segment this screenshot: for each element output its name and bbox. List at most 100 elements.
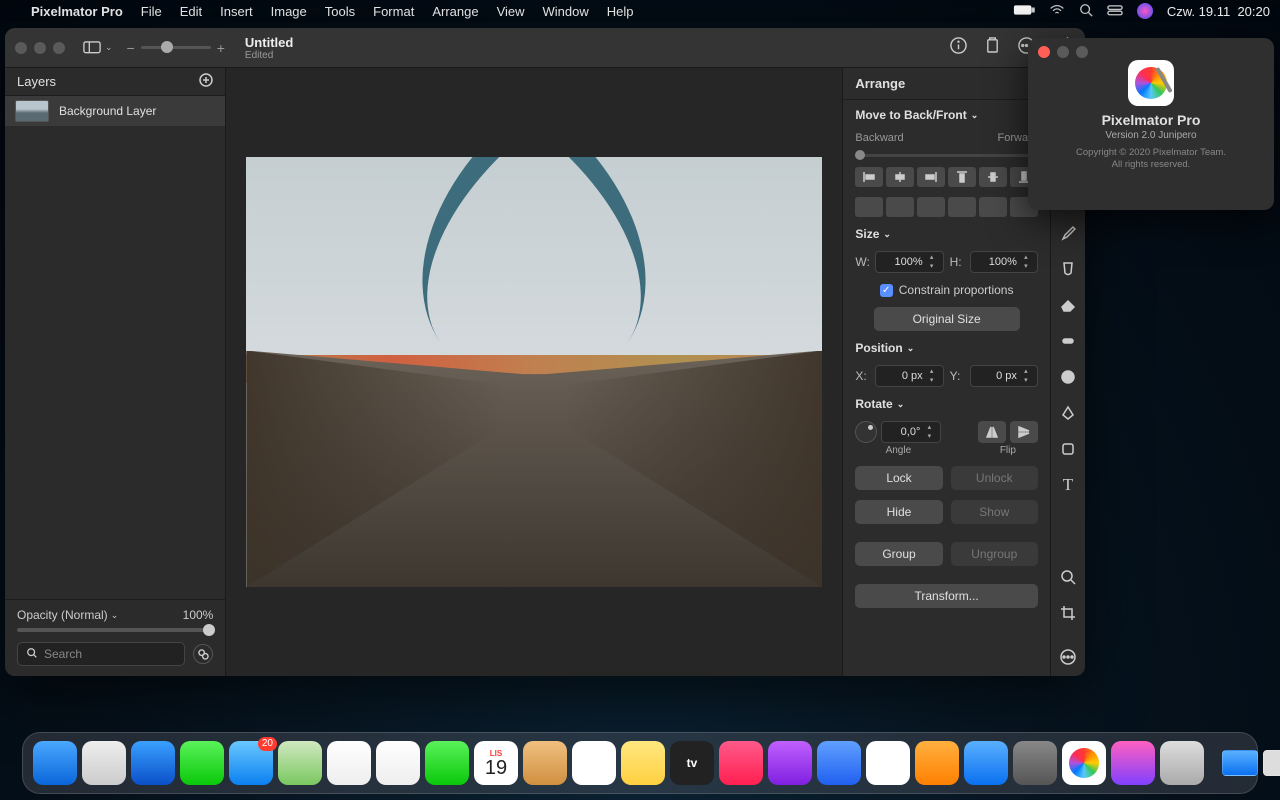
hide-button[interactable]: Hide — [855, 500, 942, 524]
menu-window[interactable]: Window — [534, 4, 598, 19]
siri-icon[interactable] — [1137, 3, 1153, 19]
align-center-v[interactable] — [979, 167, 1007, 187]
about-maximize-button[interactable] — [1076, 46, 1088, 58]
zoom-control[interactable]: − + — [127, 40, 225, 56]
lock-button[interactable]: Lock — [855, 466, 942, 490]
dock-app-finder[interactable] — [33, 741, 77, 785]
height-input[interactable]: 100%▴▾ — [970, 251, 1038, 273]
more-tools-icon[interactable] — [1057, 646, 1079, 668]
dock-app-appstore[interactable] — [964, 741, 1008, 785]
pen-tool-icon[interactable] — [1057, 402, 1079, 424]
info-icon[interactable] — [950, 37, 967, 59]
dock-app-launchpad[interactable] — [82, 741, 126, 785]
dock-app-safari[interactable] — [131, 741, 175, 785]
menu-image[interactable]: Image — [262, 4, 316, 19]
about-minimize-button[interactable] — [1057, 46, 1069, 58]
distribute-1[interactable] — [855, 197, 883, 217]
menu-file[interactable]: File — [132, 4, 171, 19]
sidebar-toggle[interactable]: ⌄ — [83, 41, 113, 54]
about-close-button[interactable] — [1038, 46, 1050, 58]
rectangle-tool-icon[interactable] — [1057, 438, 1079, 460]
layer-item[interactable]: Background Layer — [5, 96, 225, 126]
flip-horizontal[interactable] — [978, 421, 1006, 443]
group-button[interactable]: Group — [855, 542, 942, 566]
layer-filter-button[interactable] — [193, 644, 213, 664]
width-input[interactable]: 100%▴▾ — [875, 251, 943, 273]
y-input[interactable]: 0 px▴▾ — [970, 365, 1038, 387]
dock-app-calendar[interactable]: LIS19 — [474, 741, 518, 785]
dock-app-tv[interactable]: tv — [670, 741, 714, 785]
presets-icon[interactable] — [985, 37, 1000, 59]
dock-app-podcasts[interactable] — [768, 741, 812, 785]
align-left[interactable] — [855, 167, 883, 187]
distribute-3[interactable] — [917, 197, 945, 217]
zoom-in-icon[interactable]: + — [217, 40, 225, 56]
bucket-tool-icon[interactable] — [1057, 258, 1079, 280]
clock[interactable]: Czw. 19.11 20:20 — [1167, 4, 1270, 19]
menu-arrange[interactable]: Arrange — [423, 4, 487, 19]
dock-app-news[interactable] — [817, 741, 861, 785]
dock-app-contacts[interactable] — [523, 741, 567, 785]
dock-app-numbers[interactable] — [866, 741, 910, 785]
dock-app-music[interactable] — [719, 741, 763, 785]
distribute-2[interactable] — [886, 197, 914, 217]
brush-tool-icon[interactable] — [1057, 222, 1079, 244]
close-button[interactable] — [15, 42, 27, 54]
text-tool-icon[interactable]: T — [1057, 474, 1079, 496]
transform-button[interactable]: Transform... — [855, 584, 1038, 608]
layer-search-input[interactable]: Search — [17, 642, 185, 666]
minimize-button[interactable] — [34, 42, 46, 54]
dock-app-pixelmator[interactable] — [1062, 741, 1106, 785]
align-top[interactable] — [948, 167, 976, 187]
dock-app-messenger[interactable] — [1111, 741, 1155, 785]
size-label[interactable]: Size⌄ — [855, 227, 1038, 241]
align-right[interactable] — [917, 167, 945, 187]
move-back-front-label[interactable]: Move to Back/Front⌄ — [855, 108, 1038, 122]
dock-app-messages[interactable] — [180, 741, 224, 785]
canvas[interactable] — [226, 68, 842, 676]
zoom-out-icon[interactable]: − — [127, 40, 135, 56]
show-button[interactable]: Show — [951, 500, 1038, 524]
flip-vertical[interactable] — [1010, 421, 1038, 443]
opacity-slider[interactable] — [17, 628, 213, 632]
dock-app-pages[interactable] — [915, 741, 959, 785]
align-center-h[interactable] — [886, 167, 914, 187]
dock-app-reminders[interactable] — [572, 741, 616, 785]
position-label[interactable]: Position⌄ — [855, 341, 1038, 355]
stack-slider[interactable] — [855, 154, 1038, 157]
opacity-label[interactable]: Opacity (Normal) — [17, 608, 108, 622]
spotlight-icon[interactable] — [1079, 3, 1093, 20]
dock-app-photos2[interactable] — [376, 741, 420, 785]
menu-edit[interactable]: Edit — [171, 4, 211, 19]
menu-tools[interactable]: Tools — [316, 4, 364, 19]
rotate-label[interactable]: Rotate⌄ — [855, 397, 1038, 411]
retouch-tool-icon[interactable] — [1057, 330, 1079, 352]
dock-app-photos[interactable] — [327, 741, 371, 785]
menu-view[interactable]: View — [488, 4, 534, 19]
menu-insert[interactable]: Insert — [211, 4, 262, 19]
dock-app-facetime[interactable] — [425, 741, 469, 785]
maximize-button[interactable] — [53, 42, 65, 54]
dock-app-settings[interactable] — [1013, 741, 1057, 785]
shape-tool-icon[interactable] — [1057, 366, 1079, 388]
rotate-dial[interactable] — [855, 421, 877, 443]
ungroup-button[interactable]: Ungroup — [951, 542, 1038, 566]
crop-tool-icon[interactable] — [1057, 602, 1079, 624]
dock-app-notes[interactable] — [621, 741, 665, 785]
app-menu[interactable]: Pixelmator Pro — [22, 4, 132, 19]
distribute-4[interactable] — [948, 197, 976, 217]
dock-app-preview[interactable] — [1160, 741, 1204, 785]
eraser-tool-icon[interactable] — [1057, 294, 1079, 316]
wifi-icon[interactable] — [1049, 4, 1065, 19]
original-size-button[interactable]: Original Size — [874, 307, 1020, 331]
angle-input[interactable]: 0,0°▴▾ — [881, 421, 941, 443]
menu-help[interactable]: Help — [598, 4, 643, 19]
menu-format[interactable]: Format — [364, 4, 423, 19]
add-layer-button[interactable] — [199, 73, 213, 90]
x-input[interactable]: 0 px▴▾ — [875, 365, 943, 387]
unlock-button[interactable]: Unlock — [951, 466, 1038, 490]
dock-app-maps[interactable] — [278, 741, 322, 785]
zoom-tool-icon[interactable] — [1057, 566, 1079, 588]
dock-minimized-1[interactable] — [1222, 750, 1258, 776]
distribute-5[interactable] — [979, 197, 1007, 217]
